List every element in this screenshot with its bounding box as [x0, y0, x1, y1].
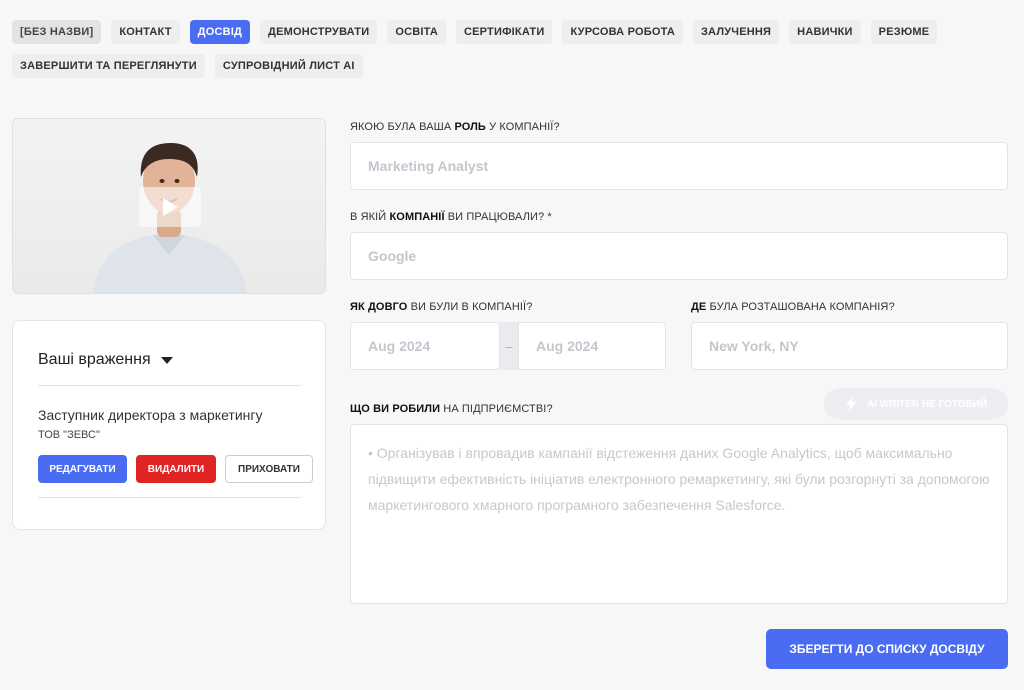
tab-ai-cover-letter[interactable]: СУПРОВІДНИЙ ЛИСТ AI: [214, 54, 363, 78]
end-date-input[interactable]: Aug 2024: [518, 322, 666, 370]
impressions-card: Ваші враження Заступник директора з марк…: [12, 320, 326, 530]
impressions-header[interactable]: Ваші враження: [38, 351, 173, 369]
ai-writer-button[interactable]: AI WRITER НЕ ГОТОВИЙ: [824, 388, 1008, 420]
tab-education[interactable]: ОСВІТА: [387, 20, 446, 44]
company-label: В ЯКІЙ КОМПАНІЇ ВИ ПРАЦЮВАЛИ? *: [350, 211, 552, 223]
save-to-experience-button[interactable]: ЗБЕРЕГТИ ДО СПИСКУ ДОСВІДУ: [766, 629, 1008, 669]
company-input[interactable]: Google: [350, 232, 1008, 280]
play-button[interactable]: [139, 187, 201, 227]
experience-job-title: Заступник директора з маркетингу: [38, 407, 263, 423]
duration-label: ЯК ДОВГО ВИ БУЛИ В КОМПАНІЇ?: [350, 301, 533, 313]
hide-button[interactable]: ПРИХОВАТИ: [225, 455, 313, 483]
tab-finish-review[interactable]: ЗАВЕРШИТИ ТА ПЕРЕГЛЯНУТИ: [12, 54, 205, 78]
experience-company: ТОВ "ЗЕВС": [38, 429, 100, 441]
section-tabs: [БЕЗ НАЗВИ] КОНТАКТ ДОСВІД ДЕМОНСТРУВАТИ…: [12, 20, 1012, 78]
tab-contact[interactable]: КОНТАКТ: [111, 20, 180, 44]
impressions-title: Ваші враження: [38, 351, 151, 368]
tab-showcase[interactable]: ДЕМОНСТРУВАТИ: [260, 20, 378, 44]
duties-textarea[interactable]: • Організував і впровадив кампанії відст…: [350, 424, 1008, 604]
location-label: ДЕ БУЛА РОЗТАШОВАНА КОМПАНІЯ?: [691, 301, 895, 313]
divider: [38, 385, 301, 386]
tab-coursework[interactable]: КУРСОВА РОБОТА: [562, 20, 683, 44]
ai-writer-label: AI WRITER НЕ ГОТОВИЙ: [866, 398, 988, 410]
location-input[interactable]: New York, NY: [691, 322, 1008, 370]
duties-label: ЩО ВИ РОБИЛИ НА ПІДПРИЄМСТВІ?: [350, 403, 553, 415]
role-label: ЯКОЮ БУЛА ВАША РОЛЬ У КОМПАНІЇ?: [350, 121, 560, 133]
tab-experience[interactable]: ДОСВІД: [189, 20, 251, 44]
date-range-separator: –: [500, 322, 518, 370]
delete-button[interactable]: ВИДАЛИТИ: [136, 455, 216, 483]
lightning-icon: [845, 397, 856, 411]
divider: [38, 497, 301, 498]
play-icon: [163, 198, 178, 216]
tab-skills[interactable]: НАВИЧКИ: [789, 20, 861, 44]
tab-involvement[interactable]: ЗАЛУЧЕННЯ: [692, 20, 780, 44]
intro-video[interactable]: [12, 118, 326, 294]
tab-summary[interactable]: РЕЗЮМЕ: [870, 20, 938, 44]
tab-certificates[interactable]: СЕРТИФІКАТИ: [455, 20, 553, 44]
start-date-input[interactable]: Aug 2024: [350, 322, 500, 370]
caret-down-icon: [160, 356, 173, 364]
edit-button[interactable]: РЕДАГУВАТИ: [38, 455, 127, 483]
tab-untitled[interactable]: [БЕЗ НАЗВИ]: [12, 20, 102, 44]
role-input[interactable]: Marketing Analyst: [350, 142, 1008, 190]
